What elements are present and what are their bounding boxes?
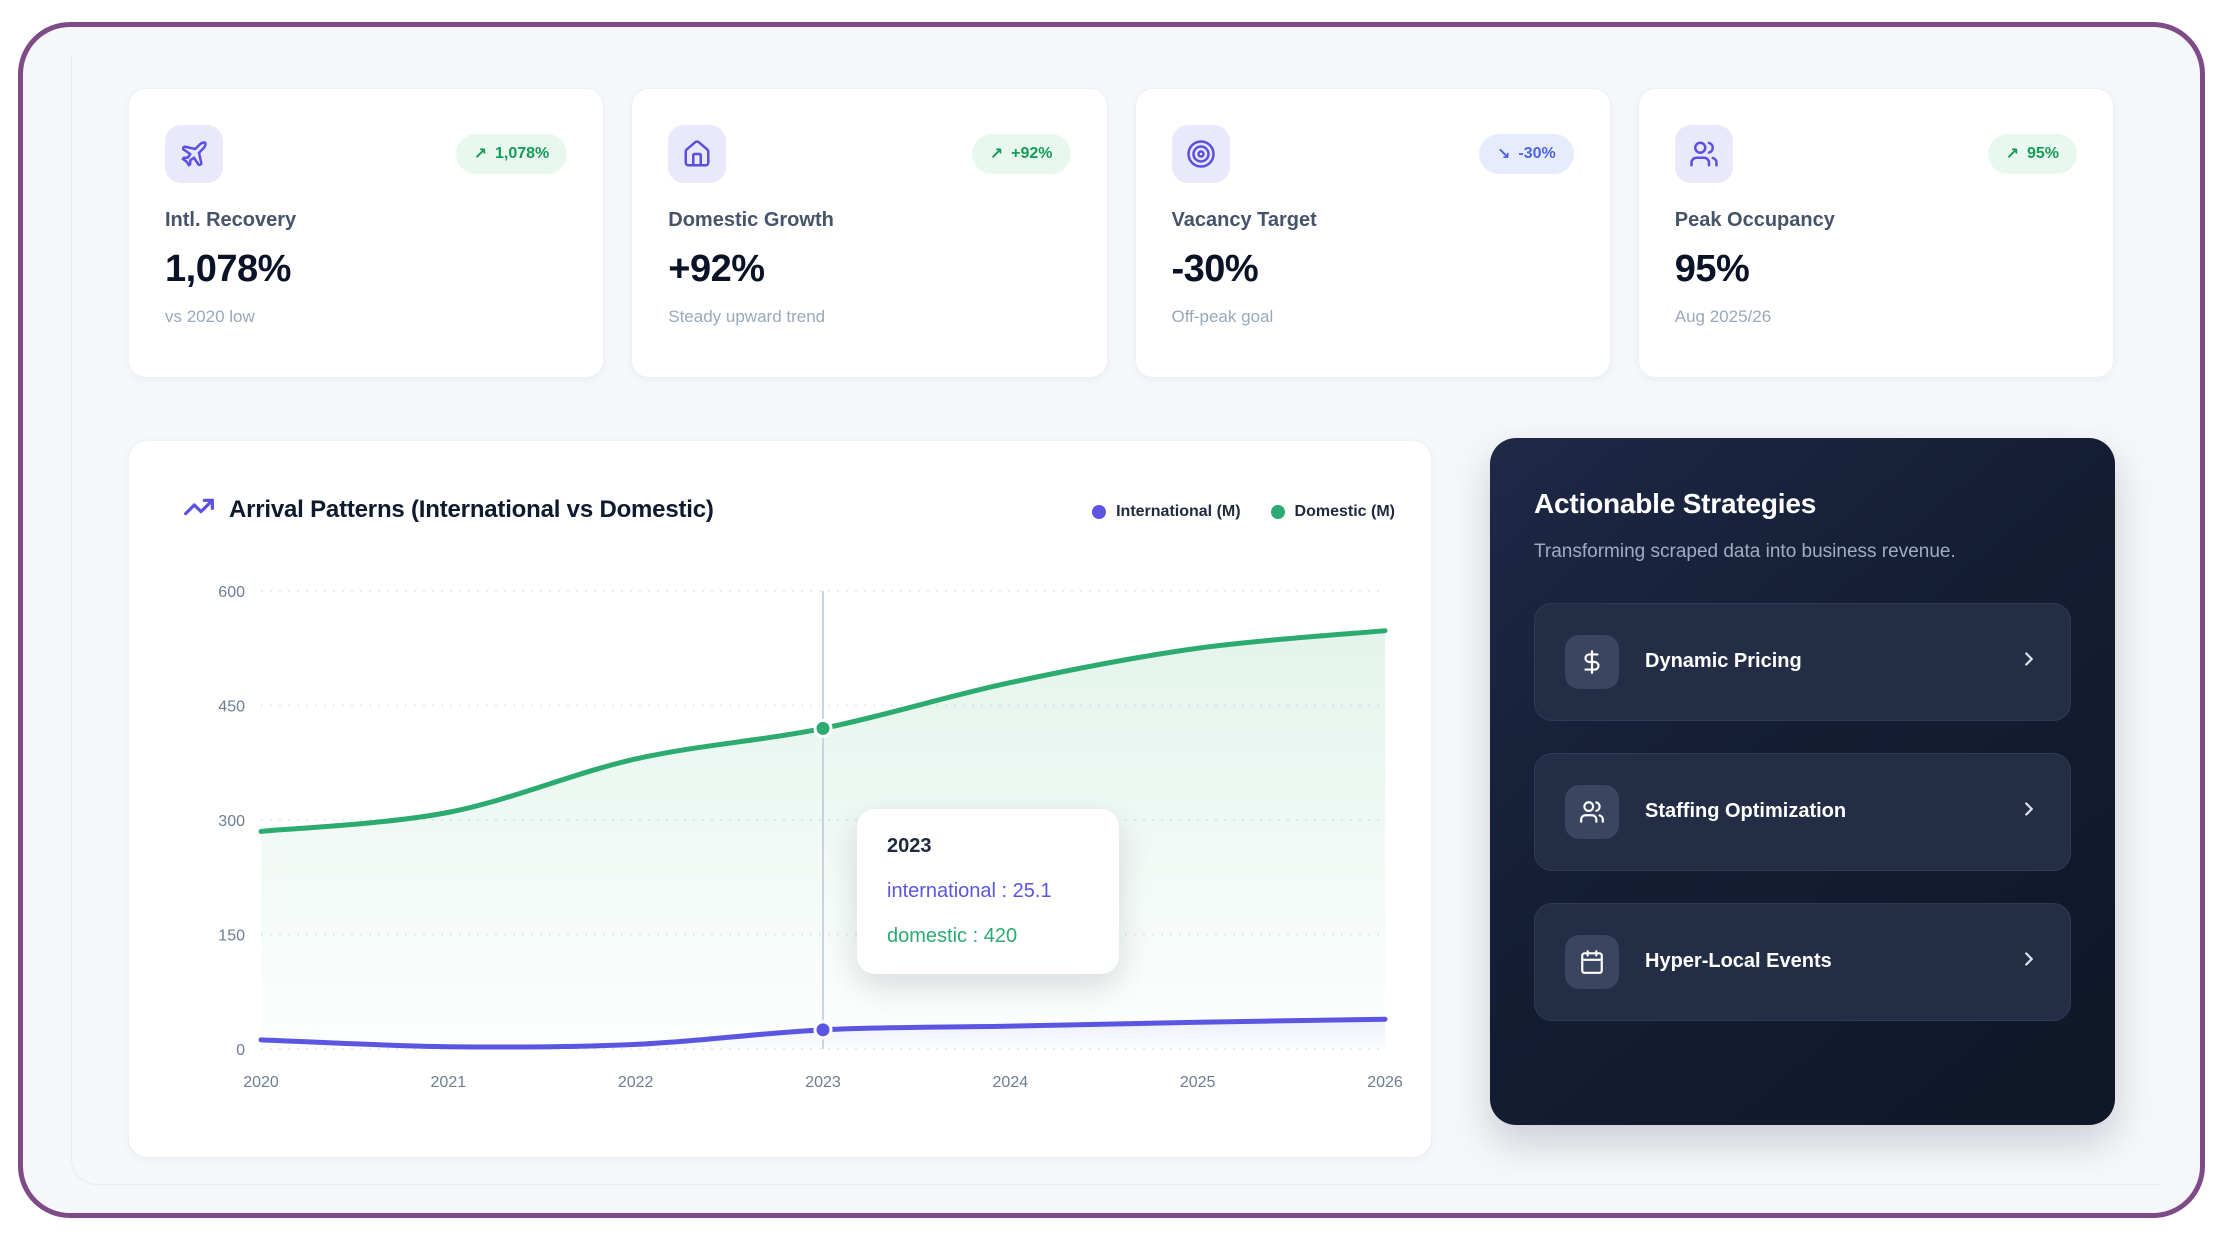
badge-value: 95% [2026,145,2059,162]
stat-card-peak-occupancy: ↗ 95% Peak Occupancy 95% Aug 2025/26 [1637,88,2114,378]
badge-value: 1,078% [494,145,550,162]
stat-value: -30% [1171,248,1259,290]
stat-value: +92% [668,248,765,290]
users-icon [1565,784,1619,839]
panel-subtitle: Transforming scraped data into business … [1534,541,1956,562]
svg-text:0: 0 [236,1042,245,1059]
trend-arrow-icon: ↘ [1496,146,1511,163]
calendar-icon [1565,934,1619,989]
stat-card-vacancy-target: ↘ -30% Vacancy Target -30% Off-peak goal [1134,88,1611,378]
arrival-patterns-chart-card: Arrival Patterns (International vs Domes… [128,440,1432,1158]
stat-cards-row: ↗ 1,078% Intl. Recovery 1,078% vs 2020 l… [128,88,2114,378]
plane-icon [165,125,223,183]
badge-value: +92% [1011,145,1053,162]
stat-value: 1,078% [165,248,291,290]
arrival-patterns-chart[interactable]: 0 150 300 450 600 2020 2021 2022 2023 2024 2025 202… [129,441,1433,1159]
stat-card-domestic-growth: ↗ +92% Domestic Growth +92% Steady upwar… [631,88,1108,378]
chevron-right-icon [2018,948,2040,975]
svg-text:2022: 2022 [618,1074,654,1091]
trend-arrow-icon: ↗ [2005,146,2019,163]
stat-label: Domestic Growth [668,209,834,231]
trend-badge: ↗ 1,078% [455,134,568,174]
panel-title: Actionable Strategies [1534,488,1817,519]
badge-value: -30% [1518,145,1556,162]
target-icon [1171,125,1230,183]
trend-badge: ↗ +92% [971,134,1071,174]
stat-label: Peak Occupancy [1674,209,1835,231]
stat-subtitle: Off-peak goal [1171,307,1274,326]
svg-text:150: 150 [218,928,245,945]
home-icon [668,125,727,183]
trend-badge: ↘ -30% [1478,134,1574,174]
chart-tooltip: 2023 international : 25.1 domestic : 420 [857,809,1119,974]
svg-text:2024: 2024 [993,1074,1029,1091]
dollar-icon [1565,634,1619,689]
actionable-strategies-panel: Actionable Strategies Transforming scrap… [1490,438,2115,1125]
trend-arrow-icon: ↗ [473,146,487,163]
svg-text:2025: 2025 [1180,1074,1216,1091]
svg-text:2021: 2021 [431,1074,467,1091]
users-icon [1674,125,1733,183]
svg-text:2020: 2020 [243,1074,279,1091]
stat-label: Vacancy Target [1171,209,1317,231]
chevron-right-icon [2018,798,2040,825]
stat-label: Intl. Recovery [165,209,297,231]
stat-value: 95% [1674,248,1750,290]
stat-subtitle: vs 2020 low [165,307,255,326]
stat-card-intl-recovery: ↗ 1,078% Intl. Recovery 1,078% vs 2020 l… [128,88,605,378]
tooltip-domestic-value: domestic : 420 [887,925,1018,947]
trend-arrow-icon: ↗ [989,146,1004,163]
stat-subtitle: Steady upward trend [668,307,826,326]
stat-subtitle: Aug 2025/26 [1674,307,1772,326]
tooltip-international-value: international : 25.1 [887,880,1052,902]
svg-text:2023: 2023 [805,1074,841,1091]
svg-text:600: 600 [218,584,245,601]
trend-badge: ↗ 95% [1987,134,2077,174]
svg-text:450: 450 [218,699,245,716]
strategy-item-staffing-optimization[interactable]: Staffing Optimization [1534,752,2071,871]
tooltip-year: 2023 [887,835,932,857]
strategy-item-dynamic-pricing[interactable]: Dynamic Pricing [1534,602,2071,721]
svg-text:2026: 2026 [1367,1074,1403,1091]
svg-text:300: 300 [218,813,245,830]
strategy-item-hyper-local-events[interactable]: Hyper-Local Events [1534,902,2071,1021]
chevron-right-icon [2018,648,2040,675]
